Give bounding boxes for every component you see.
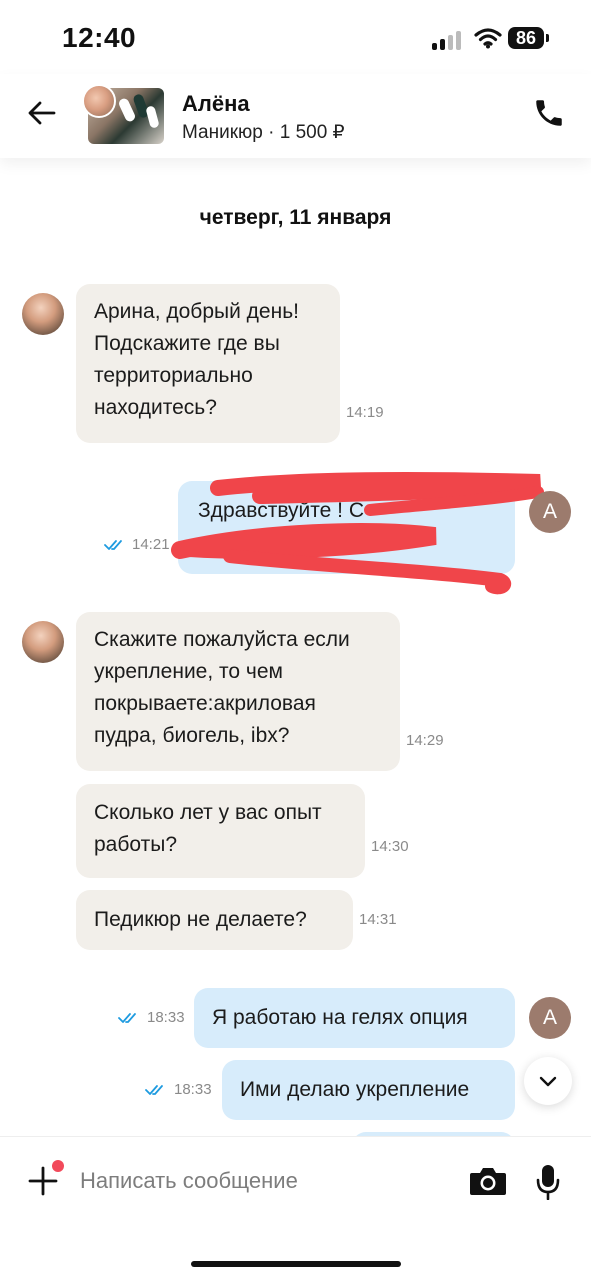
own-avatar[interactable]: А — [529, 491, 571, 533]
message-line: пудра, биогель, ibx? — [94, 724, 290, 747]
message-line: укрепление, то чем — [94, 660, 283, 683]
wifi-icon — [474, 28, 502, 49]
message-line: Подскажите где вы — [94, 332, 280, 355]
battery-indicator: 86 — [508, 27, 544, 49]
message-line: территориально — [94, 364, 253, 387]
cellular-signal-icon — [432, 30, 462, 50]
listing-subtitle[interactable]: Маникюр · 1 500 ₽ — [182, 121, 345, 144]
message-time: 14:31 — [359, 911, 397, 928]
message-line: Сколько лет у вас опыт — [94, 801, 322, 824]
message-bubble-incoming[interactable]: Педикюр не делаете? — [76, 890, 353, 950]
day-divider: четверг, 11 января — [199, 206, 392, 229]
sender-avatar[interactable] — [22, 293, 64, 335]
home-indicator — [191, 1261, 401, 1267]
message-time: 14:21 — [132, 536, 170, 553]
message-line: покрываете:акриловая — [94, 692, 316, 715]
microphone-icon[interactable] — [536, 1164, 560, 1200]
message-line: работы? — [94, 833, 177, 856]
message-line: Скажите пожалуйста если — [94, 628, 350, 651]
message-bubble-outgoing[interactable]: Я работаю на гелях опция — [194, 988, 515, 1048]
message-input[interactable]: Написать сообщение — [80, 1168, 298, 1194]
contact-name[interactable]: Алёна — [182, 91, 250, 117]
message-time: 18:33 — [174, 1081, 212, 1098]
sender-avatar[interactable] — [22, 621, 64, 663]
contact-avatar[interactable] — [82, 84, 116, 118]
read-ticks-icon — [118, 1013, 136, 1023]
read-ticks-icon — [145, 1085, 163, 1095]
message-bubble-outgoing[interactable]: Ими делаю укрепление — [222, 1060, 515, 1120]
camera-icon[interactable] — [468, 1165, 508, 1197]
message-time: 18:33 — [147, 1009, 185, 1026]
message-time: 14:19 — [346, 404, 384, 421]
notification-dot — [52, 1160, 64, 1172]
back-arrow-icon[interactable] — [26, 97, 58, 129]
read-ticks-icon — [104, 540, 122, 550]
status-time: 12:40 — [62, 22, 137, 53]
message-text: Ими делаю укрепление — [240, 1078, 470, 1101]
chevron-down-icon — [539, 1076, 557, 1087]
message-bubble-incoming[interactable]: Арина, добрый день! Подскажите где вы те… — [76, 284, 340, 443]
own-avatar[interactable]: А — [529, 997, 571, 1039]
phone-icon[interactable] — [532, 96, 566, 130]
redaction-scribble — [171, 472, 544, 595]
scroll-to-bottom-button[interactable] — [524, 1057, 572, 1105]
message-time: 14:30 — [371, 838, 409, 855]
battery-tip — [546, 34, 549, 42]
message-bubble-incoming[interactable]: Сколько лет у вас опыт работы? — [76, 784, 365, 878]
message-line: Арина, добрый день! — [94, 300, 299, 323]
message-line: находитесь? — [94, 396, 217, 419]
message-line: Педикюр не делаете? — [94, 908, 307, 931]
message-bubble-incoming[interactable]: Скажите пожалуйста если укрепление, то ч… — [76, 612, 400, 771]
message-composer — [0, 1136, 591, 1281]
message-text: Я работаю на гелях опция — [212, 1006, 468, 1029]
message-time: 14:29 — [406, 732, 444, 749]
